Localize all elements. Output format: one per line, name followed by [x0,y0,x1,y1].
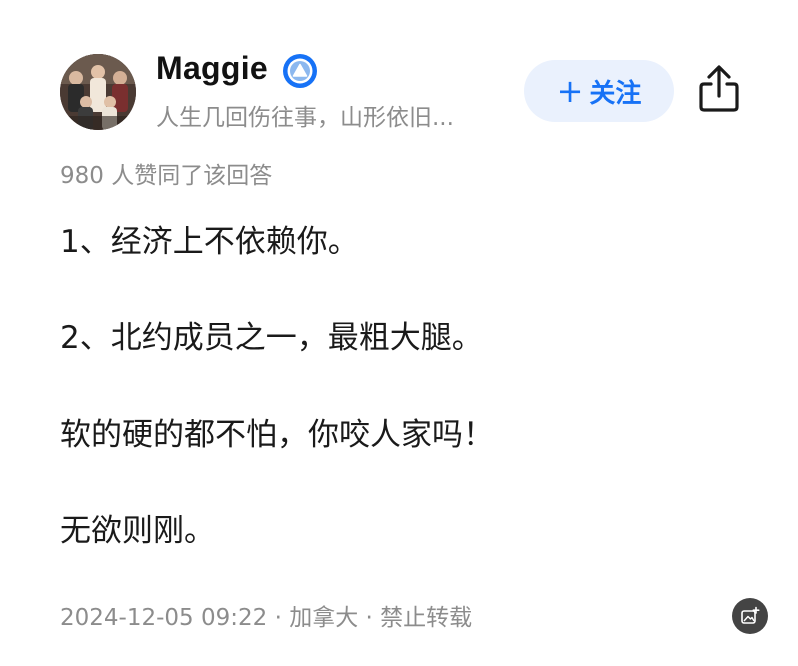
answer-paragraph: 2、北约成员之一，最粗大腿。 [60,320,483,356]
avatar-photo [60,54,136,130]
likes-count: 980 人赞同了该回答 [60,163,273,189]
answer-meta: 2024-12-05 09:22 · 加拿大 · 禁止转载 [60,605,473,631]
answer-paragraph: 1、经济上不依赖你。 [60,224,359,260]
image-edit-button[interactable] [732,598,768,634]
answer-page: Maggie 人生几回伤往事，山形依旧... + 关注 980 人赞同了该回答 … [0,0,798,666]
share-icon[interactable] [696,64,742,114]
author-name[interactable]: Maggie [156,50,268,87]
author-bio: 人生几回伤往事，山形依旧... [156,105,454,131]
answer-paragraph: 无欲则刚。 [60,513,215,549]
follow-label: 关注 [589,78,642,109]
verified-badge-icon [283,54,317,88]
follow-button[interactable]: + 关注 [524,60,674,122]
author-avatar[interactable] [60,54,136,130]
plus-icon: + [556,72,584,110]
answer-paragraph: 软的硬的都不怕，你咬人家吗！ [60,417,494,453]
image-edit-icon [741,606,760,624]
